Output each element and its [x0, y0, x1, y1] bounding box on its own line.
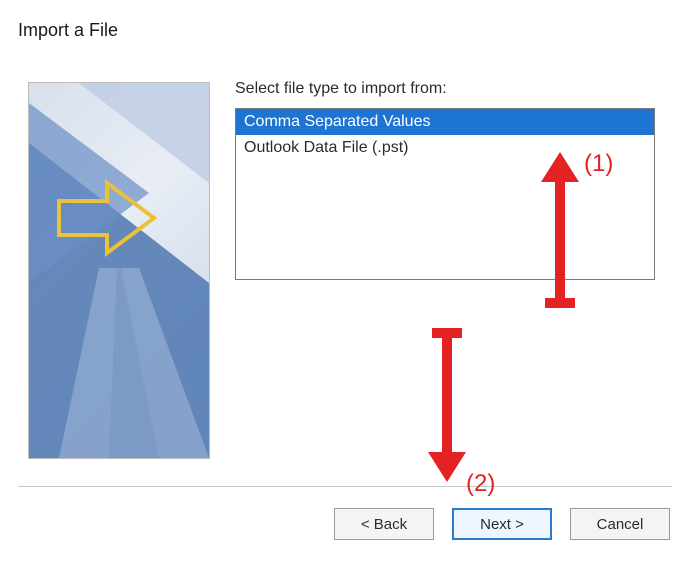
next-button[interactable]: Next > [452, 508, 552, 540]
wizard-graphic [28, 82, 210, 459]
annotation-2-label: (2) [466, 470, 495, 498]
file-type-option-pst[interactable]: Outlook Data File (.pst) [236, 135, 654, 161]
file-type-option-csv[interactable]: Comma Separated Values [236, 109, 654, 135]
list-label: Select file type to import from: [235, 80, 447, 98]
dialog-title: Import a File [18, 20, 118, 41]
back-button[interactable]: < Back [334, 508, 434, 540]
import-file-dialog: Import a File Select file type to import… [0, 0, 690, 564]
separator [18, 486, 672, 487]
cancel-button[interactable]: Cancel [570, 508, 670, 540]
file-type-listbox[interactable]: Comma Separated Values Outlook Data File… [235, 108, 655, 280]
wizard-button-row: < Back Next > Cancel [0, 508, 670, 540]
